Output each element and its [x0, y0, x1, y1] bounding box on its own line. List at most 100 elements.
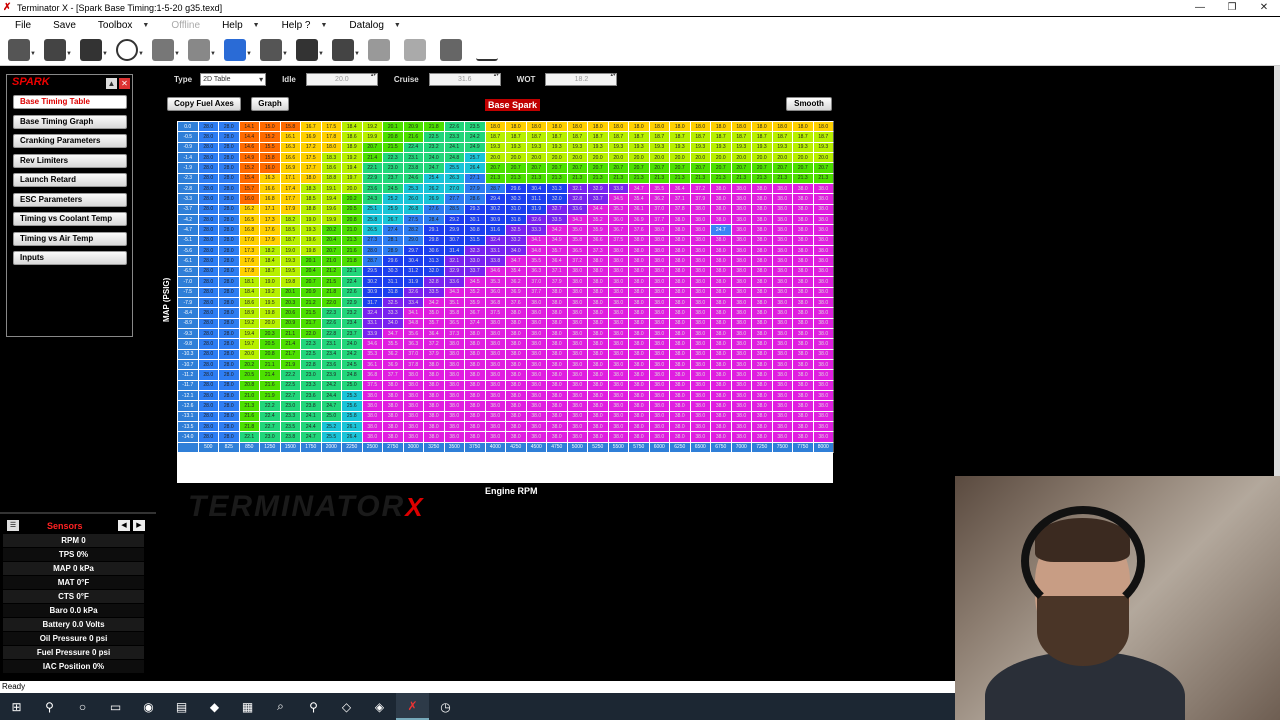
spark-cell[interactable]: 38.0 [710, 286, 732, 298]
spark-cell[interactable]: 18.0 [771, 120, 793, 133]
spark-cell[interactable]: 38.0 [771, 317, 793, 329]
chevron-down-icon[interactable]: ▼ [30, 51, 36, 57]
spark-cell[interactable]: 38.0 [546, 338, 568, 350]
spark-cell[interactable]: 34.0 [505, 245, 527, 257]
spark-cell[interactable]: 38.0 [812, 296, 834, 309]
spark-cell[interactable]: 21.3 [505, 172, 527, 185]
spark-cell[interactable]: 38.0 [792, 214, 814, 226]
spark-cell[interactable]: 38.0 [669, 265, 691, 278]
spark-cell[interactable]: 15.4 [238, 172, 260, 185]
spark-cell[interactable]: 29.7 [402, 245, 424, 257]
spark-cell[interactable]: 38.0 [628, 255, 650, 267]
spark-cell[interactable]: 34.7 [505, 255, 527, 267]
spark-cell[interactable]: 38.0 [812, 203, 834, 216]
spark-cell[interactable]: 23.3 [300, 379, 322, 391]
notes-icon[interactable] [400, 35, 430, 65]
spark-cell[interactable]: 15.2 [259, 131, 281, 143]
map-axis-cell[interactable]: -2.3 [177, 172, 199, 185]
spark-cell[interactable]: 38.0 [566, 276, 588, 288]
spark-cell[interactable]: 38.0 [689, 431, 711, 443]
spark-cell[interactable]: 20.9 [300, 286, 322, 298]
spark-cell[interactable]: 38.0 [505, 338, 527, 350]
spark-cell[interactable]: 20.0 [689, 152, 711, 164]
spark-cell[interactable]: 16.7 [300, 120, 322, 133]
spark-cell[interactable]: 38.0 [484, 317, 506, 329]
spark-cell[interactable]: 17.1 [259, 203, 281, 216]
spark-cell[interactable]: 37.5 [361, 379, 383, 391]
spark-cell[interactable]: 20.7 [525, 162, 547, 174]
spark-cell[interactable]: 35.5 [382, 338, 404, 350]
spark-cell[interactable]: 33.2 [505, 234, 527, 247]
clock-app-icon[interactable]: ◷ [429, 693, 462, 720]
spark-cell[interactable]: 38.0 [587, 317, 609, 329]
spark-cell[interactable]: 16.6 [279, 152, 301, 164]
ecm-icon[interactable]: ▼ [76, 35, 108, 65]
spark-cell[interactable]: 16.3 [259, 172, 281, 185]
spark-cell[interactable]: 37.2 [423, 338, 445, 350]
spark-cell[interactable]: 38.0 [648, 234, 670, 247]
spark-cell[interactable]: 26.4 [341, 431, 363, 443]
spark-cell[interactable]: 21.0 [320, 255, 342, 267]
spark-cell[interactable]: 20.4 [300, 265, 322, 278]
spark-cell[interactable]: 38.0 [771, 348, 793, 360]
spark-cell[interactable]: 22.9 [341, 296, 363, 309]
spark-cell[interactable]: 38.0 [771, 327, 793, 340]
spark-cell[interactable]: 36.8 [484, 296, 506, 309]
spark-cell[interactable]: 38.0 [669, 379, 691, 391]
rpm-axis-cell[interactable]: 6500 [689, 441, 711, 454]
spark-cell[interactable]: 18.2 [279, 214, 301, 226]
spark-cell[interactable]: 38.0 [648, 410, 670, 422]
spark-cell[interactable]: 22.6 [341, 286, 363, 298]
spark-cell[interactable]: 38.0 [587, 379, 609, 391]
spark-cell[interactable]: 38.0 [669, 276, 691, 288]
spark-cell[interactable]: 30.9 [484, 214, 506, 226]
spark-cell[interactable]: 15.8 [279, 120, 301, 133]
spark-cell[interactable]: 38.0 [505, 410, 527, 422]
rpm-axis-cell[interactable]: 6000 [648, 441, 670, 454]
spark-cell[interactable]: 20.7 [751, 162, 773, 174]
spark-cell[interactable]: 38.0 [730, 255, 752, 267]
spark-cell[interactable]: 24.1 [443, 141, 465, 154]
spark-cell[interactable]: 20.0 [505, 152, 527, 164]
spark-cell[interactable]: 22.6 [443, 120, 465, 133]
smooth-button[interactable]: Smooth [786, 97, 832, 111]
spark-cell[interactable]: 23.6 [300, 389, 322, 402]
spark-cell[interactable]: 28.0 [197, 141, 219, 154]
spark-cell[interactable]: 19.9 [320, 214, 342, 226]
spark-cell[interactable]: 35.9 [464, 296, 486, 309]
spark-cell[interactable]: 17.7 [279, 193, 301, 205]
spark-cell[interactable]: 38.0 [566, 410, 588, 422]
spark-cell[interactable]: 38.0 [730, 327, 752, 340]
spark-cell[interactable]: 28.0 [197, 120, 219, 133]
spark-cell[interactable]: 36.3 [525, 265, 547, 278]
graph-button[interactable]: Graph [251, 97, 289, 111]
spark-cell[interactable]: 28.0 [197, 379, 219, 391]
wrench-icon[interactable]: ▼ [148, 35, 180, 65]
spark-cell[interactable]: 18.8 [300, 203, 322, 216]
spark-cell[interactable]: 38.0 [710, 379, 732, 391]
rpm-axis-cell[interactable]: 2000 [320, 441, 342, 454]
spark-cell[interactable]: 21.4 [259, 369, 281, 381]
spark-cell[interactable]: 20.0 [792, 152, 814, 164]
map-axis-cell[interactable]: -3.7 [177, 203, 199, 216]
map-axis-cell[interactable]: -9.8 [177, 338, 199, 350]
spark-cell[interactable]: 37.0 [648, 203, 670, 216]
spark-cell[interactable]: 21.3 [587, 172, 609, 185]
spark-cell[interactable]: 38.0 [710, 410, 732, 422]
spark-cell[interactable]: 38.0 [771, 369, 793, 381]
spark-cell[interactable]: 38.0 [812, 245, 834, 257]
spark-cell[interactable]: 18.7 [812, 131, 834, 143]
spark-cell[interactable]: 38.0 [751, 379, 773, 391]
map-axis-cell[interactable]: 0.0 [177, 120, 199, 133]
spark-cell[interactable]: 17.6 [259, 224, 281, 236]
spark-cell[interactable]: 34.5 [464, 276, 486, 288]
spark-cell[interactable]: 21.4 [361, 152, 383, 164]
spark-cell[interactable]: 38.0 [484, 389, 506, 402]
spark-cell[interactable]: 28.0 [218, 400, 240, 412]
spark-cell[interactable]: 38.0 [443, 358, 465, 371]
spark-cell[interactable]: 18.4 [259, 255, 281, 267]
spark-cell[interactable]: 38.0 [689, 214, 711, 226]
spark-cell[interactable]: 18.4 [341, 120, 363, 133]
spark-cell[interactable]: 38.0 [710, 183, 732, 195]
spark-cell[interactable]: 25.3 [341, 389, 363, 402]
